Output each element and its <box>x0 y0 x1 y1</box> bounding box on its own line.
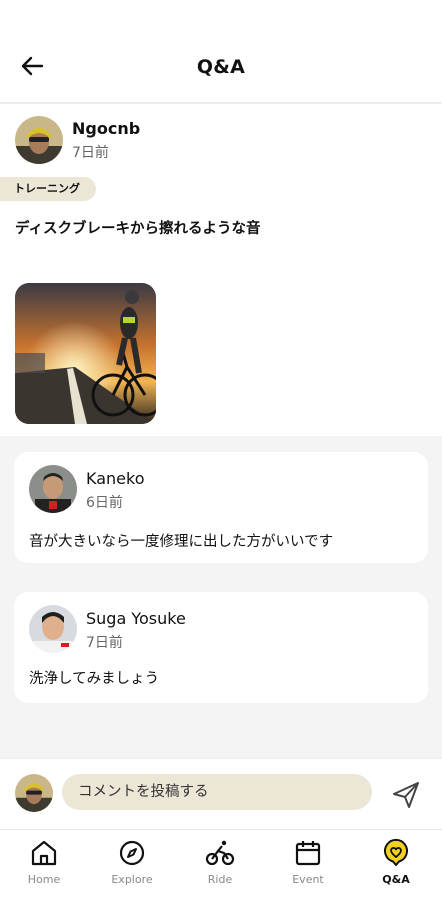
author-name[interactable]: Ngocnb <box>72 119 140 138</box>
nav-label: Ride <box>207 873 233 886</box>
nav-event[interactable]: Event <box>264 830 352 917</box>
comment-input[interactable]: コメントを投稿する <box>62 774 372 810</box>
send-button[interactable] <box>390 779 422 811</box>
question-post: Ngocnb 7日前 トレーニング ディスクブレーキから擦れるような音 <box>0 104 442 436</box>
comment-card: Suga Yosuke 7日前 洗浄してみましょう <box>14 592 428 703</box>
comment-text: 洗浄してみましょう <box>29 671 160 687</box>
nav-label: Q&A <box>382 873 410 886</box>
compass-icon <box>119 840 145 866</box>
calendar-icon <box>295 841 321 866</box>
nav-label: Home <box>27 873 61 886</box>
author-avatar[interactable] <box>15 116 63 164</box>
heart-chat-icon <box>384 839 408 866</box>
comment-text: 音が大きいなら一度修理に出した方がいいです <box>29 534 334 550</box>
commenter-avatar[interactable] <box>29 465 77 513</box>
current-user-avatar <box>15 774 53 812</box>
commenter-avatar[interactable] <box>29 605 77 653</box>
comment-input-bar: コメントを投稿する <box>0 758 442 829</box>
bottom-nav: Home Explore Ride Event Q&A <box>0 829 442 917</box>
post-image[interactable] <box>15 283 156 424</box>
home-icon <box>31 840 57 866</box>
comment-timestamp: 6日前 <box>86 495 123 511</box>
question-text: ディスクブレーキから擦れるような音 <box>15 221 261 237</box>
commenter-name[interactable]: Kaneko <box>86 469 144 488</box>
page-title: Q&A <box>196 56 246 78</box>
commenter-name[interactable]: Suga Yosuke <box>86 609 186 628</box>
category-tag[interactable]: トレーニング <box>0 177 96 201</box>
header: Q&A <box>0 0 442 102</box>
nav-label: Event <box>292 873 324 886</box>
comment-card: Kaneko 6日前 音が大きいなら一度修理に出した方がいいです <box>14 452 428 563</box>
nav-ride[interactable]: Ride <box>176 830 264 917</box>
nav-explore[interactable]: Explore <box>88 830 176 917</box>
nav-label: Explore <box>111 873 153 886</box>
send-icon <box>393 782 419 808</box>
nav-home[interactable]: Home <box>0 830 88 917</box>
post-timestamp: 7日前 <box>72 145 109 161</box>
nav-qa[interactable]: Q&A <box>352 830 440 917</box>
bike-icon <box>205 840 235 866</box>
comment-timestamp: 7日前 <box>86 635 123 651</box>
